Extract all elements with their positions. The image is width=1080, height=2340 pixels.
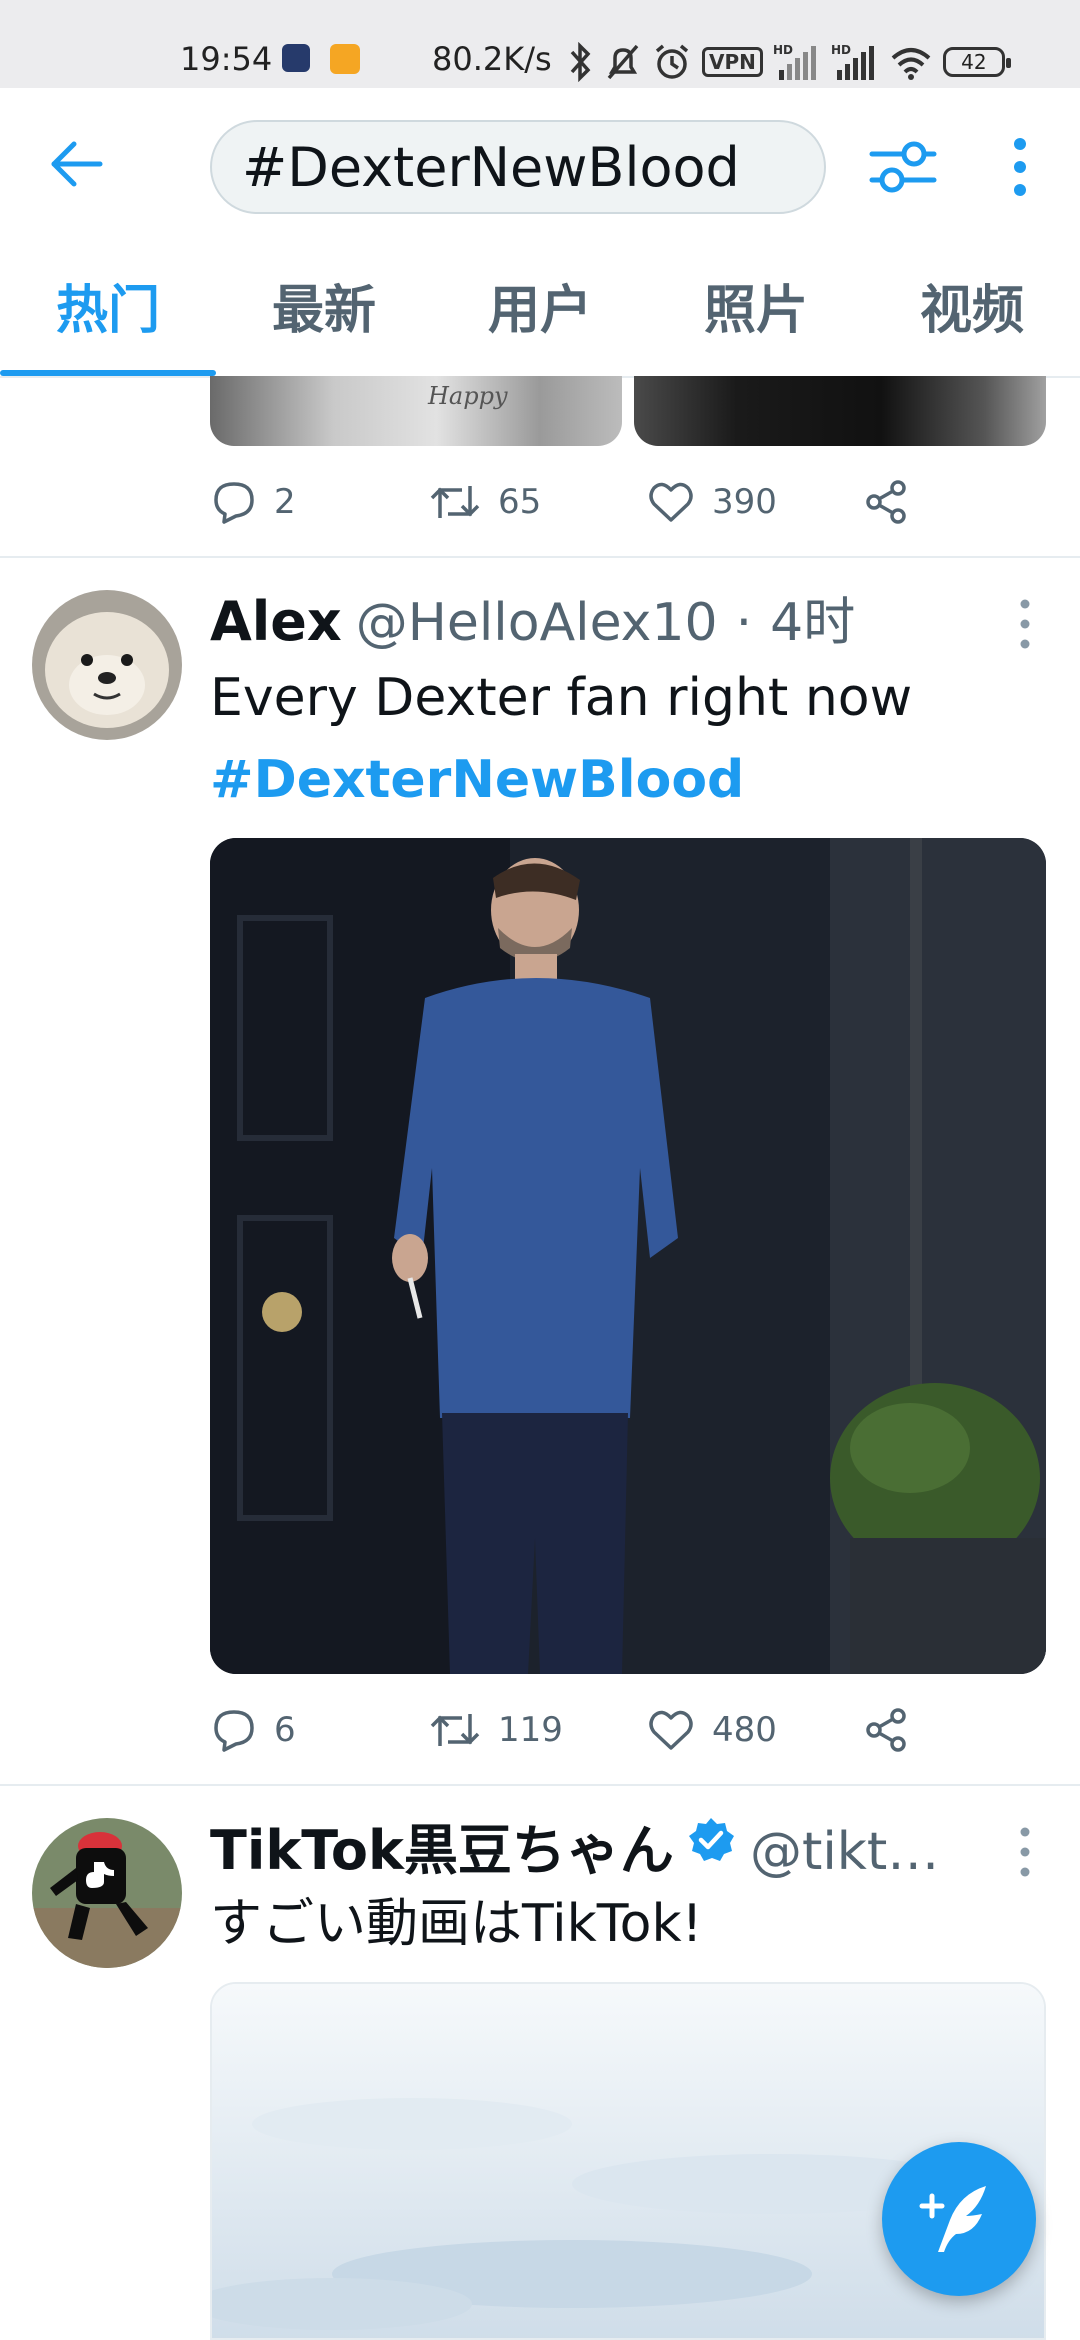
- more-vertical-icon[interactable]: [1000, 132, 1040, 202]
- share-button[interactable]: [862, 472, 910, 532]
- tweet-divider: [0, 556, 1080, 558]
- tweet-text: すごい動画はTikTok!: [210, 1894, 703, 1954]
- prev-tweet-image-left[interactable]: Happy: [210, 376, 622, 446]
- retweet-icon: [430, 486, 480, 518]
- signal-icon: HD: [773, 43, 816, 80]
- reply-button[interactable]: 2: [210, 472, 296, 532]
- search-input[interactable]: [242, 122, 802, 212]
- alarm-icon: [655, 44, 689, 79]
- user-name[interactable]: Alex: [210, 590, 342, 653]
- signal-icon-2: HD: [831, 43, 874, 80]
- tweet-hashtag-link[interactable]: #DexterNewBlood: [210, 750, 744, 810]
- like-button[interactable]: 480: [646, 1700, 777, 1760]
- tweet-more-icon[interactable]: [1010, 1822, 1040, 1882]
- back-arrow-icon[interactable]: [46, 132, 110, 196]
- separator-dot: ·: [735, 593, 753, 653]
- tweet-actions: 6 119 480: [210, 1700, 970, 1760]
- mute-bell-icon: [607, 44, 639, 80]
- share-button[interactable]: [862, 1700, 910, 1760]
- avatar[interactable]: [32, 1818, 182, 1968]
- retweet-count: 119: [498, 1710, 563, 1750]
- retweet-count: 65: [498, 482, 542, 522]
- prev-tweet-actions: 2 65 390: [210, 472, 970, 532]
- active-tab-indicator: [0, 370, 216, 376]
- tab-people[interactable]: 用户: [432, 252, 648, 376]
- like-button[interactable]: 390: [646, 472, 777, 532]
- user-handle[interactable]: @tikt…: [750, 1822, 939, 1882]
- reply-icon: [214, 482, 254, 524]
- dog-avatar-image: [32, 590, 182, 740]
- svg-text:HD: HD: [831, 43, 851, 57]
- reply-icon: [214, 1710, 254, 1752]
- tweet-more-icon[interactable]: [1010, 594, 1040, 654]
- tweet-header: TikTok黒豆ちゃん @tikt…: [210, 1806, 939, 1882]
- status-bar: 19:54 80.2K/s VPN HD HD 42: [0, 0, 1080, 88]
- search-box[interactable]: [210, 120, 826, 214]
- tab-top[interactable]: 热门: [0, 252, 216, 376]
- svg-text:HD: HD: [773, 43, 793, 57]
- user-handle[interactable]: @HelloAlex10: [356, 593, 718, 653]
- app-notification-icon: [282, 44, 310, 72]
- heart-icon: [649, 482, 693, 522]
- heart-icon: [649, 1710, 693, 1750]
- battery-icon: 42: [942, 47, 1011, 77]
- bluetooth-icon: [570, 42, 591, 82]
- wifi-icon: [891, 48, 931, 80]
- search-header: [0, 88, 1080, 252]
- status-time: 19:54: [180, 40, 273, 78]
- tweet-time: 4时: [770, 593, 856, 653]
- share-icon: [866, 480, 906, 524]
- network-speed: 80.2K/s: [432, 40, 552, 78]
- avatar[interactable]: [32, 590, 182, 740]
- retweet-button[interactable]: 65: [428, 472, 541, 532]
- tab-photos[interactable]: 照片: [648, 252, 864, 376]
- prev-image-caption: Happy: [428, 382, 508, 410]
- compose-feather-icon: [919, 2186, 986, 2252]
- vpn-badge: VPN: [702, 47, 763, 77]
- tweet-divider: [0, 1784, 1080, 1786]
- retweet-button[interactable]: 119: [428, 1700, 563, 1760]
- app-notification-icon-2: [330, 44, 360, 74]
- share-icon: [866, 1708, 906, 1752]
- search-tabs: 热门 最新 用户 照片 视频: [0, 252, 1080, 378]
- reply-count: 6: [274, 1710, 296, 1750]
- reply-count: 2: [274, 482, 296, 522]
- like-count: 390: [712, 482, 777, 522]
- status-icons: VPN HD HD 42: [566, 38, 1011, 86]
- verified-badge-icon: [688, 1818, 734, 1861]
- retweet-icon: [430, 1714, 480, 1746]
- tweet-image[interactable]: [210, 838, 1046, 1674]
- tab-latest[interactable]: 最新: [216, 252, 432, 376]
- prev-tweet-image-right[interactable]: [634, 376, 1046, 446]
- tweet-header: Alex @HelloAlex10 · 4时: [210, 580, 855, 653]
- filter-icon[interactable]: [868, 132, 938, 202]
- user-name[interactable]: TikTok黒豆ちゃん: [210, 1806, 674, 1885]
- like-count: 480: [712, 1710, 777, 1750]
- compose-tweet-button[interactable]: [882, 2142, 1036, 2296]
- tiktok-avatar-image: [32, 1818, 182, 1968]
- tweet-text: Every Dexter fan right now: [210, 668, 913, 728]
- tab-videos[interactable]: 视频: [864, 252, 1080, 376]
- reply-button[interactable]: 6: [210, 1700, 296, 1760]
- man-smoking-photo: [210, 838, 1046, 1674]
